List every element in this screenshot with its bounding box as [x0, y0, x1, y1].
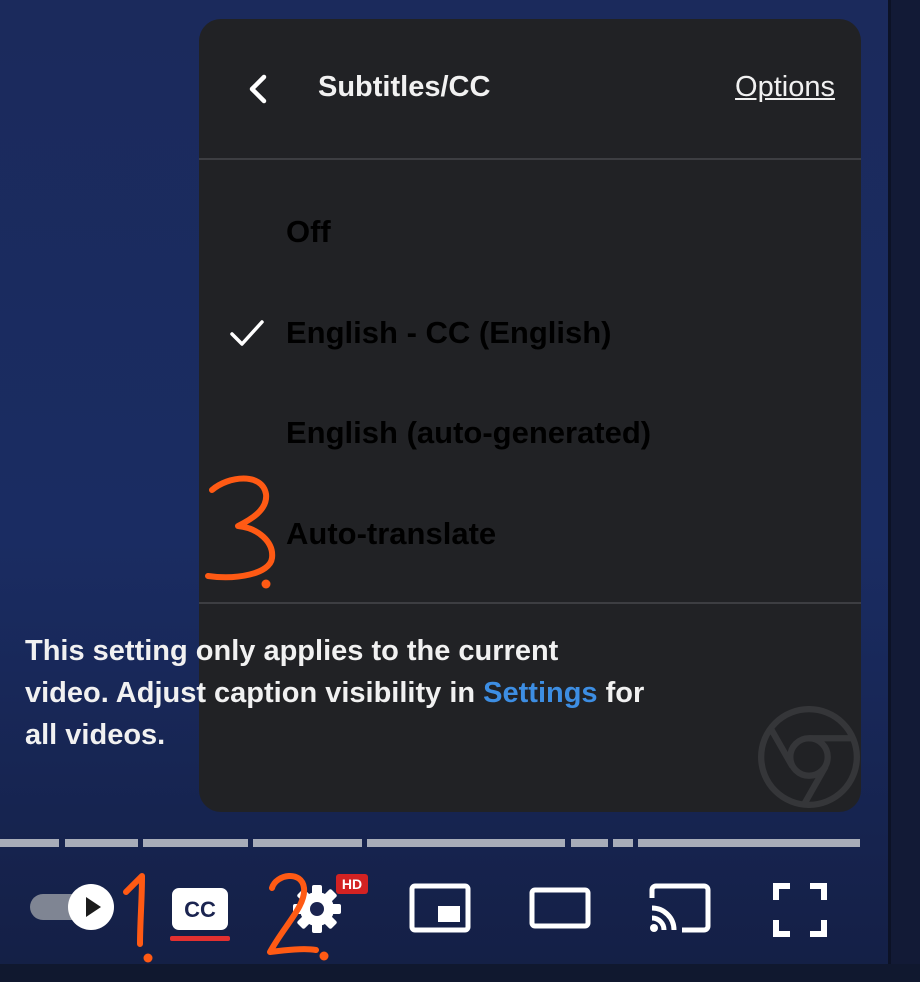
chapter-segment[interactable] — [571, 839, 608, 847]
settings-link[interactable]: Settings — [483, 677, 597, 709]
chapter-progress-bar[interactable] — [0, 839, 860, 847]
track-item-english-auto[interactable]: English (auto-generated) — [199, 383, 861, 483]
miniplayer-icon[interactable] — [408, 882, 472, 936]
options-link[interactable]: Options — [735, 71, 835, 104]
cast-icon[interactable] — [648, 882, 712, 936]
checkmark-icon — [230, 320, 264, 346]
theater-mode-icon[interactable] — [528, 886, 592, 932]
chapter-segment[interactable] — [65, 839, 138, 847]
track-label: Auto-translate — [286, 516, 497, 551]
play-icon — [86, 897, 101, 917]
track-item-english-cc[interactable]: English - CC (English) — [199, 283, 861, 383]
menu-title: Subtitles/CC — [318, 71, 491, 103]
chapter-segment[interactable] — [143, 839, 248, 847]
caption-settings-note: This setting only applies to the current… — [25, 630, 645, 756]
menu-header: Subtitles/CC Options — [199, 19, 861, 160]
chevron-left-icon[interactable] — [239, 69, 279, 109]
note-text: This setting only applies to the current… — [25, 635, 559, 709]
svg-text:CC: CC — [184, 897, 216, 922]
chapter-segment[interactable] — [638, 839, 860, 847]
track-item-auto-translate[interactable]: Auto-translate — [199, 484, 861, 584]
fullscreen-icon[interactable] — [772, 882, 828, 938]
chapter-segment[interactable] — [253, 839, 362, 847]
annotation-number-1 — [123, 873, 153, 963]
track-label: English (auto-generated) — [286, 415, 652, 450]
chapter-segment[interactable] — [613, 839, 633, 847]
track-label: English - CC (English) — [286, 315, 612, 350]
autoplay-knob — [68, 884, 114, 930]
captions-active-indicator — [170, 936, 230, 941]
track-item-off[interactable]: Off — [199, 182, 861, 282]
autoplay-toggle-icon[interactable] — [28, 882, 118, 932]
annotation-number-2 — [267, 873, 329, 961]
chapter-segment[interactable] — [0, 839, 59, 847]
track-label: Off — [286, 214, 331, 249]
menu-items-layer: Off English - CC (English) English (auto… — [199, 161, 861, 605]
closed-captions-icon[interactable]: CC — [170, 886, 230, 932]
hd-badge: HD — [336, 874, 368, 894]
chapter-segment[interactable] — [367, 839, 565, 847]
annotation-number-3 — [205, 475, 276, 589]
chrome-logo-icon — [758, 706, 860, 808]
window-edge — [888, 0, 920, 982]
